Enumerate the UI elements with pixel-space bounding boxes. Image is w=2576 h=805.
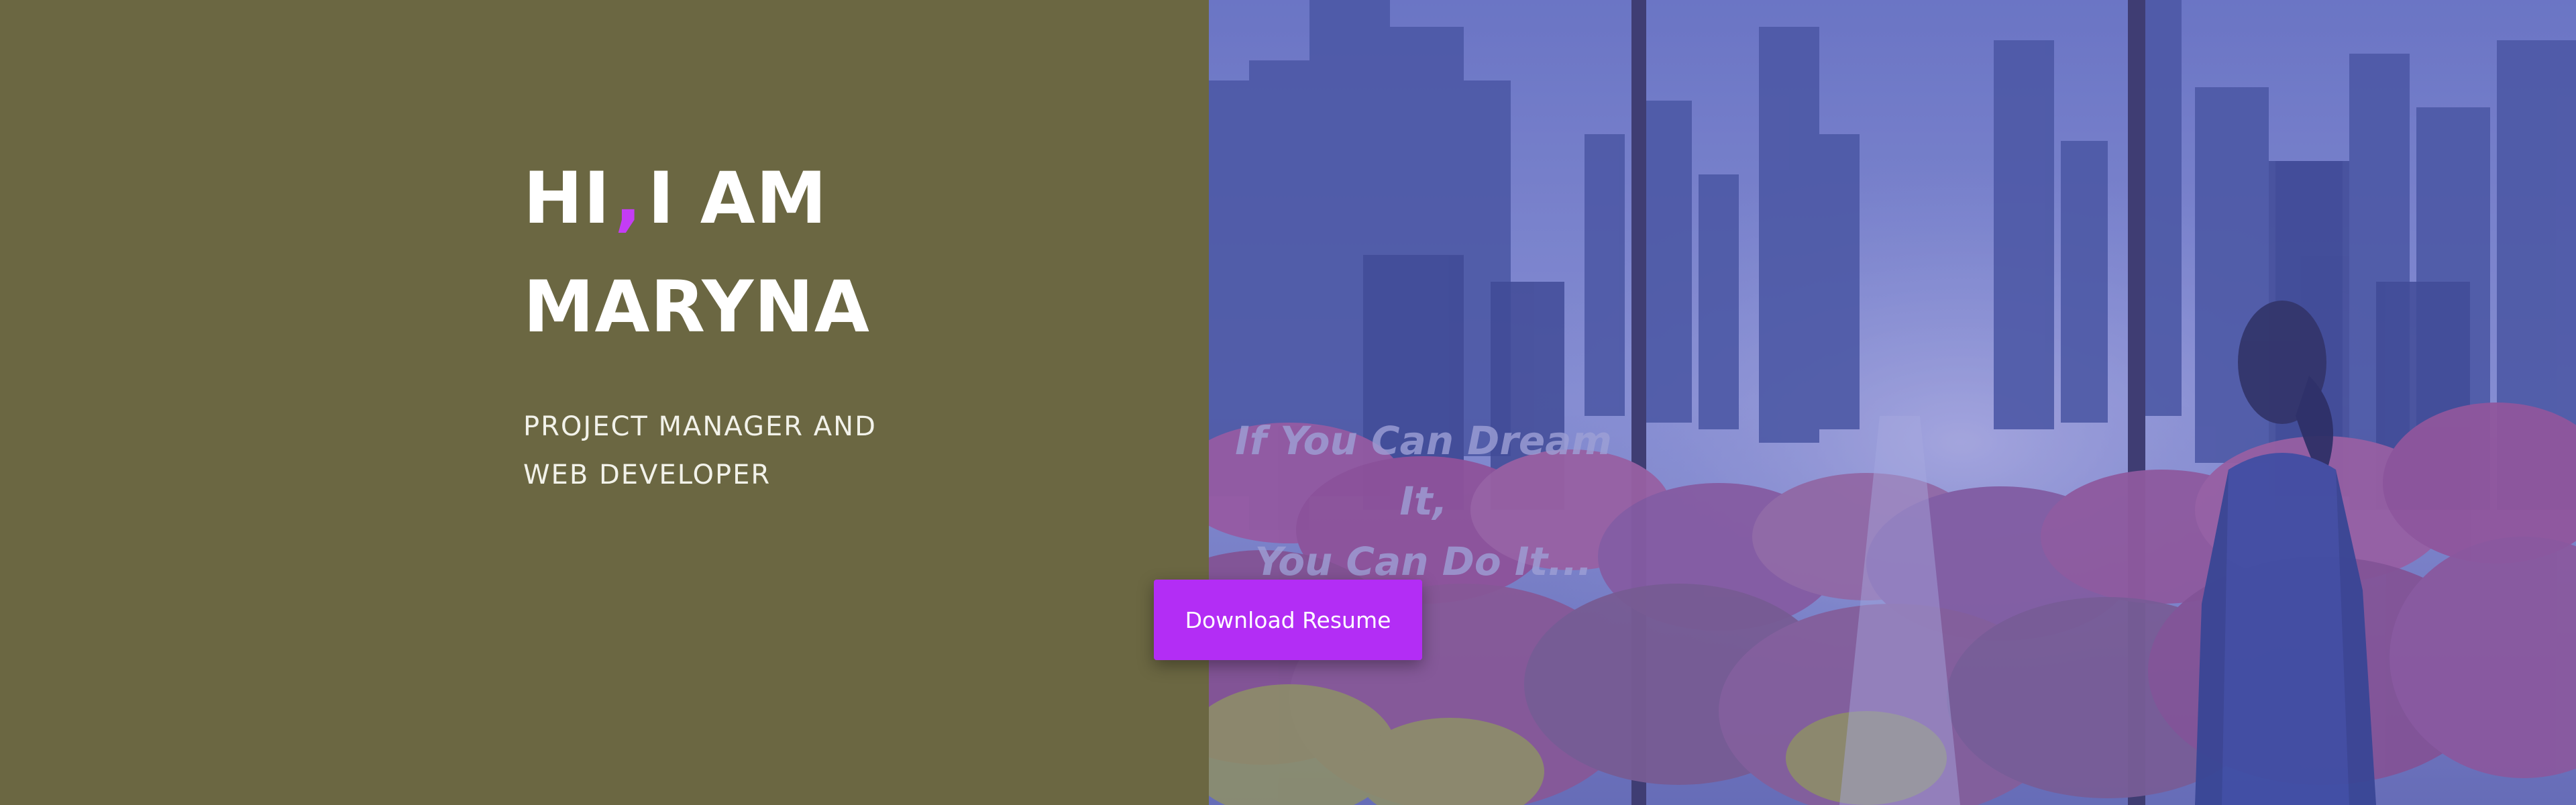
hero-comma: ,	[614, 157, 643, 239]
hero-intro: I AM	[647, 157, 828, 239]
quote-line1: If You Can Dream It,	[1235, 418, 1612, 524]
hero-subtitle: PROJECT MANAGER AND WEB DEVELOPER	[523, 402, 877, 499]
hero-name: MARYNA	[523, 266, 870, 348]
hero-image	[1209, 0, 2576, 805]
hero-subtitle-line1: PROJECT MANAGER AND	[523, 411, 877, 442]
hero-title: HI,I AM MARYNA	[523, 144, 870, 362]
hero-greeting: HI	[523, 157, 611, 239]
city-garden-illustration	[1209, 0, 2576, 805]
hero-subtitle-line2: WEB DEVELOPER	[523, 460, 771, 490]
download-resume-button[interactable]: Download Resume	[1154, 580, 1422, 660]
quote-line2: You Can Do It...	[1254, 539, 1593, 584]
hero-quote: If You Can Dream It, You Can Do It...	[1209, 411, 1638, 592]
